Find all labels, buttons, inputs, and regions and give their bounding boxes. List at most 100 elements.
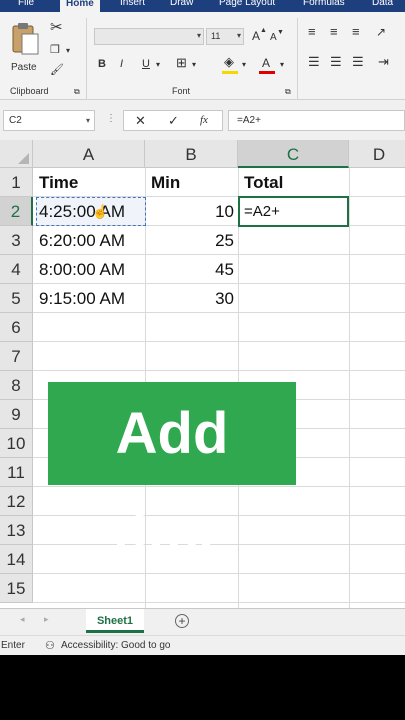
cell-a1[interactable]: Time (34, 168, 145, 197)
row-header-3[interactable]: 3 (0, 226, 33, 255)
dialog-launcher-icon[interactable]: ⧉ (74, 86, 80, 98)
increase-font-button[interactable]: A (252, 30, 260, 42)
row-header-13[interactable]: 13 (0, 516, 33, 545)
align-left-icon[interactable]: ☰ (308, 55, 320, 68)
row-header-14[interactable]: 14 (0, 545, 33, 574)
row-header-5[interactable]: 5 (0, 284, 33, 313)
chevron-down-icon[interactable]: ▾ (156, 59, 160, 71)
row-header-1[interactable]: 1 (0, 168, 33, 197)
cut-icon[interactable]: ✂ (50, 20, 63, 35)
row-header-11[interactable]: 11 (0, 458, 33, 487)
cell-a3[interactable]: 6:20:00 AM (34, 226, 145, 255)
format-painter-icon[interactable]: 🖌 (50, 64, 64, 76)
status-bar: Enter ⚇ Accessibility: Good to go (0, 635, 405, 655)
align-bottom-icon[interactable]: ≡ (352, 25, 360, 38)
gridline (349, 168, 350, 608)
row-header-12[interactable]: 12 (0, 487, 33, 516)
fill-color-icon[interactable]: ◈ (224, 55, 234, 68)
align-middle-icon[interactable]: ≡ (330, 25, 338, 38)
insert-function-icon[interactable]: fx (200, 114, 208, 126)
name-box-value: C2 (9, 115, 22, 126)
select-all-triangle-icon (18, 153, 29, 164)
chevron-down-icon[interactable]: ▾ (242, 59, 246, 71)
chevron-down-icon: ▾ (236, 31, 241, 40)
cell-c1[interactable]: Total (239, 168, 349, 197)
column-header-c[interactable]: C (238, 140, 349, 168)
tab-draw[interactable]: Draw (170, 0, 193, 11)
cell-c2[interactable]: =A2+ (239, 197, 349, 226)
cursor-icon: ☝ (92, 204, 109, 219)
more-options-icon[interactable]: ⋮ (106, 113, 116, 124)
align-right-icon[interactable]: ☰ (352, 55, 364, 68)
font-size-combo[interactable]: 11 ▾ (206, 28, 244, 45)
copy-icon[interactable]: ❐ (50, 44, 60, 56)
cell-b5[interactable]: 30 (146, 284, 238, 313)
cell-b4[interactable]: 45 (146, 255, 238, 284)
add-sheet-button[interactable]: + (175, 614, 189, 628)
indent-icon[interactable]: ⇥ (378, 55, 389, 68)
row-header-8[interactable]: 8 (0, 371, 33, 400)
spreadsheet-grid: A B C D 1 2 3 4 5 6 7 8 9 10 11 12 13 14… (0, 140, 405, 608)
tab-file[interactable]: File (18, 0, 34, 11)
chevron-down-icon[interactable]: ▾ (192, 59, 196, 71)
prev-sheet-icon[interactable]: ◂ (20, 614, 25, 625)
column-header-d[interactable]: D (349, 140, 405, 168)
underline-button[interactable]: U (142, 58, 150, 70)
formula-input[interactable]: =A2+ (228, 110, 405, 131)
row-header-4[interactable]: 4 (0, 255, 33, 284)
ribbon: Paste ✂ ❐ ▾ 🖌 Clipboard ⧉ ▾ 11 ▾ A ▲ A ▼… (0, 12, 405, 100)
chevron-down-icon[interactable]: ▾ (280, 59, 284, 71)
row-header-9[interactable]: 9 (0, 400, 33, 429)
tab-home[interactable]: Home (60, 0, 100, 12)
row-header-7[interactable]: 7 (0, 342, 33, 371)
accessibility-icon[interactable]: ⚇ (45, 639, 55, 652)
font-color-swatch (259, 71, 275, 74)
cell-b1[interactable]: Min (146, 168, 238, 197)
decrease-font-button[interactable]: A (270, 32, 277, 44)
column-header-b[interactable]: B (145, 140, 238, 168)
sheet-tab-sheet1[interactable]: Sheet1 (86, 609, 144, 633)
divider (297, 18, 298, 100)
column-header-a[interactable]: A (33, 140, 145, 168)
select-all-corner[interactable] (0, 140, 33, 168)
confirm-icon[interactable]: ✓ (168, 113, 179, 129)
name-box[interactable]: C2 ▾ (3, 110, 95, 131)
align-center-icon[interactable]: ☰ (330, 55, 342, 68)
row-header-15[interactable]: 15 (0, 574, 33, 603)
overlay-title: Add time (48, 382, 296, 569)
shrink-caret-icon: ▼ (277, 29, 284, 36)
chevron-down-icon: ▾ (85, 116, 90, 125)
cancel-icon[interactable]: ✕ (135, 113, 146, 129)
paste-icon (12, 23, 39, 55)
font-color-button[interactable]: A (262, 57, 270, 69)
paste-button[interactable]: Paste (8, 22, 42, 76)
accessibility-status[interactable]: Accessibility: Good to go (61, 640, 171, 651)
italic-button[interactable]: I (120, 58, 123, 70)
borders-icon[interactable]: ⊞ (176, 56, 187, 69)
cell-b2[interactable]: 10 (146, 197, 238, 226)
dialog-launcher-icon[interactable]: ⧉ (285, 86, 291, 98)
paste-label: Paste (11, 62, 37, 73)
row-header-6[interactable]: 6 (0, 313, 33, 342)
cell-b3[interactable]: 25 (146, 226, 238, 255)
fill-color-swatch (222, 71, 238, 74)
orientation-icon[interactable]: ↗ (376, 26, 386, 38)
tab-data[interactable]: Data (372, 0, 393, 11)
cell-a5[interactable]: 9:15:00 AM (34, 284, 145, 313)
row-header-2[interactable]: 2 (0, 197, 33, 226)
formula-bar: C2 ▾ ⋮ ✕ ✓ fx =A2+ (0, 100, 405, 140)
align-top-icon[interactable]: ≡ (308, 25, 316, 38)
cell-a2[interactable]: 4:25:00 AM (34, 197, 145, 226)
chevron-down-icon: ▾ (196, 31, 201, 40)
tab-formulas[interactable]: Formulas (303, 0, 345, 11)
tab-insert[interactable]: Insert (120, 0, 145, 11)
sheet-tab-bar: ◂ ▸ Sheet1 + (0, 608, 405, 635)
status-mode: Enter (1, 640, 25, 651)
row-header-10[interactable]: 10 (0, 429, 33, 458)
cell-a4[interactable]: 8:00:00 AM (34, 255, 145, 284)
next-sheet-icon[interactable]: ▸ (44, 614, 49, 625)
bold-button[interactable]: B (98, 58, 106, 70)
tab-page-layout[interactable]: Page Layout (219, 0, 275, 11)
font-name-combo[interactable]: ▾ (94, 28, 204, 45)
copy-dropdown-icon[interactable]: ▾ (66, 45, 70, 57)
